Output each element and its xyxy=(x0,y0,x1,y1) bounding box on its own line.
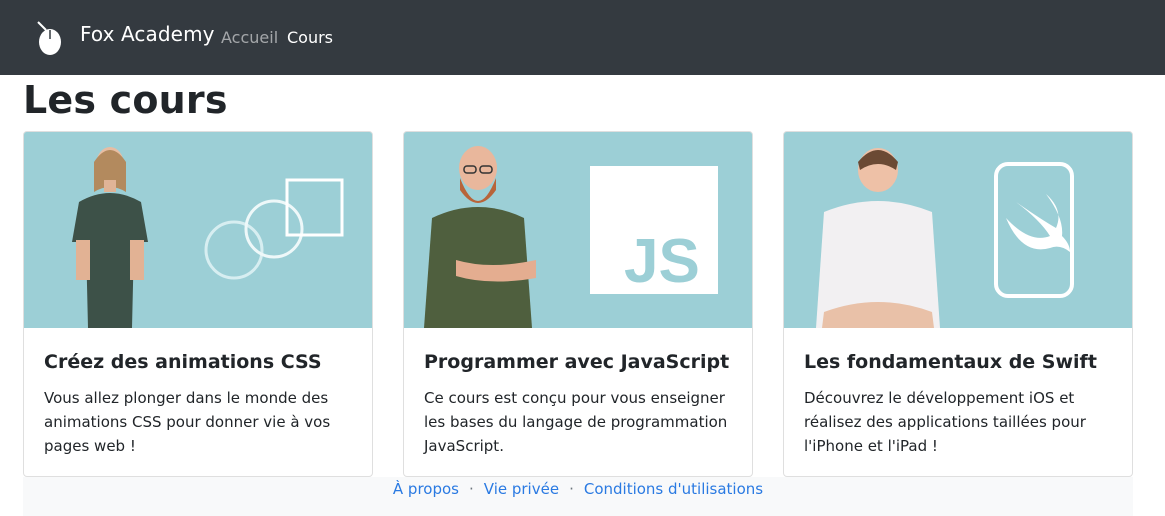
footer-links: À propos · Vie privée · Conditions d'utilisa… xyxy=(23,477,1133,498)
footer-separator: · xyxy=(468,480,474,498)
nav-link-cours[interactable]: Cours xyxy=(287,28,333,47)
navbar: Fox Academy Accueil Cours xyxy=(0,0,1165,75)
card-title: Créez des animations CSS xyxy=(44,351,322,373)
footer-link-privacy[interactable]: Vie privée xyxy=(484,480,559,498)
course-card-javascript[interactable]: JS Programmer avec JavaScript Ce cours e… xyxy=(403,131,753,477)
card-text: Ce cours est conçu pour vous enseigner l… xyxy=(424,389,728,455)
brand-link[interactable]: Fox Academy xyxy=(80,22,215,46)
course-card-css[interactable]: Créez des animations CSS Vous allez plon… xyxy=(23,131,373,477)
course-image-css xyxy=(24,132,372,328)
course-image-swift xyxy=(784,132,1132,328)
nav-link-accueil[interactable]: Accueil xyxy=(221,28,278,47)
footer-link-about[interactable]: À propos xyxy=(393,480,459,498)
card-title: Programmer avec JavaScript xyxy=(424,351,730,373)
footer-separator: · xyxy=(569,480,574,498)
javascript-logo-text: JS xyxy=(624,227,700,296)
footer-link-terms[interactable]: Conditions d'utilisations xyxy=(584,480,763,498)
footer: À propos · Vie privée · Conditions d'utilisa… xyxy=(23,477,1133,516)
card-text: Vous allez plonger dans le monde des ani… xyxy=(44,389,331,455)
page-title: Les cours xyxy=(23,78,228,122)
mouse-logo-icon[interactable] xyxy=(36,20,64,56)
card-title: Les fondamentaux de Swift xyxy=(804,351,1097,373)
course-image-javascript: JS xyxy=(404,132,752,328)
course-card-swift[interactable]: Les fondamentaux de Swift Découvrez le d… xyxy=(783,131,1133,477)
card-text: Découvrez le développement iOS et réalis… xyxy=(804,389,1086,455)
